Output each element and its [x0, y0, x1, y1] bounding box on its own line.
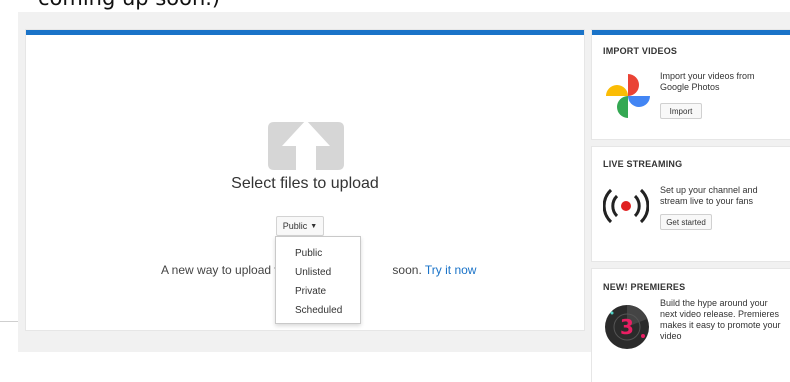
import-button[interactable]: Import [660, 103, 702, 119]
select-files-label: Select files to upload [231, 175, 379, 192]
import-title: IMPORT VIDEOS [603, 46, 678, 56]
live-streaming-card: LIVE STREAMING Set up your channel and s… [592, 147, 790, 261]
import-description: Import your videos from Google Photos [660, 71, 755, 92]
try-it-link[interactable]: Try it now [425, 263, 477, 277]
live-title: LIVE STREAMING [603, 159, 683, 169]
option-scheduled[interactable]: Scheduled [276, 301, 360, 320]
premieres-countdown-icon: 3 [605, 305, 649, 349]
live-broadcast-icon [603, 188, 649, 224]
premieres-card: NEW! PREMIERES 3 Build the hype around y… [592, 269, 790, 382]
premieres-countdown-number: 3 [620, 315, 634, 339]
option-public[interactable]: Public [276, 244, 360, 263]
left-margin [0, 12, 18, 352]
caret-down-icon: ▼ [310, 222, 318, 230]
premieres-description: Build the hype around your next video re… [660, 298, 781, 341]
get-started-button[interactable]: Get started [660, 214, 712, 230]
google-photos-icon [606, 74, 650, 118]
option-private[interactable]: Private [276, 282, 360, 301]
premieres-title: NEW! PREMIERES [603, 282, 686, 292]
option-unlisted[interactable]: Unlisted [276, 263, 360, 282]
live-description: Set up your channel and stream live to y… [660, 185, 758, 206]
progress-accent-bar [26, 30, 584, 35]
privacy-dropdown-menu: Public Unlisted Private Scheduled [275, 236, 361, 324]
import-videos-card: IMPORT VIDEOS Import your videos from Go… [592, 30, 790, 139]
privacy-dropdown-button[interactable]: Public ▼ [276, 216, 324, 236]
left-divider [0, 321, 18, 322]
caption-text: coming up soon.) [38, 0, 220, 10]
notice-prefix: A new way to upload v [161, 263, 281, 277]
privacy-value: Public [282, 221, 308, 231]
notice-suffix: soon. [392, 263, 425, 277]
